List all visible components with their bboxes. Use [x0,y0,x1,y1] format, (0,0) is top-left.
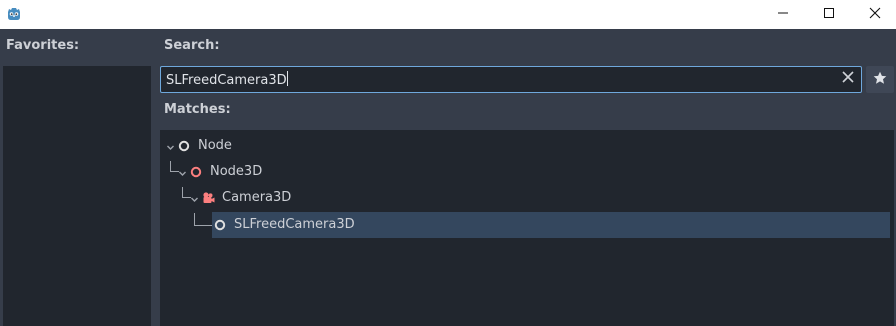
godot-icon [6,6,22,22]
tree-item-slfreedcamera3d[interactable]: SLFreedCamera3D [212,212,890,238]
matches-label: Matches: [164,102,231,117]
chevron-down-icon[interactable] [190,193,199,208]
close-window-button[interactable] [852,0,896,29]
tree-item-label: SLFreedCamera3D [234,217,355,232]
tree-item-label: Node [198,138,232,153]
node-icon [178,140,190,156]
search-label: Search: [164,38,220,53]
search-input[interactable]: SLFreedCamera3D [160,66,862,93]
minimize-button[interactable] [760,0,806,29]
tree-item-camera3d[interactable]: Camera3D [160,185,894,211]
camera3d-icon [201,191,215,209]
close-icon [869,7,881,23]
matches-tree[interactable]: Node Node3D Camera3D SLFreedCamera3D [160,130,894,326]
tree-item-node[interactable]: Node [160,133,894,159]
star-icon [873,71,887,89]
search-input-value: SLFreedCamera3D [166,73,287,88]
maximize-icon [823,7,835,23]
tree-guide-line [194,213,212,226]
node3d-icon [190,166,202,182]
tree-item-label: Camera3D [222,190,292,205]
close-icon [842,71,854,87]
clear-search-button[interactable] [839,70,857,88]
title-bar [0,0,896,29]
chevron-down-icon[interactable] [166,141,175,156]
favorites-list[interactable] [3,66,151,326]
node-icon [214,219,226,235]
favorites-label: Favorites: [6,38,80,53]
chevron-down-icon[interactable] [178,167,187,182]
text-caret [286,71,288,86]
maximize-button[interactable] [806,0,852,29]
tree-item-node3d[interactable]: Node3D [160,159,894,185]
toggle-favorite-button[interactable] [866,66,894,93]
tree-item-label: Node3D [210,164,263,179]
minimize-icon [777,7,789,23]
